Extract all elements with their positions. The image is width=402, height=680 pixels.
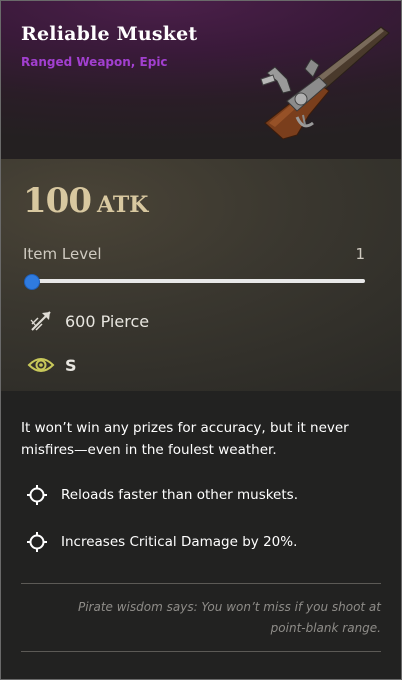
item-description: It won’t win any prizes for accuracy, bu…	[21, 420, 349, 458]
divider	[21, 651, 381, 652]
divider	[21, 583, 381, 584]
pierce-stat: 600 Pierce	[27, 307, 149, 335]
crosshair-icon	[27, 485, 47, 505]
item-header: Reliable Musket Ranged Weapon, Epic	[1, 1, 401, 159]
detection-grade: S	[65, 355, 77, 375]
stats-panel: 100 ATK Item Level 1 600 Pierce S	[1, 159, 401, 391]
item-category: Ranged Weapon, Epic	[21, 55, 168, 69]
item-level-slider-thumb[interactable]	[24, 274, 40, 290]
crosshair-icon	[27, 532, 47, 552]
perk-item: Increases Critical Damage by 20%.	[27, 532, 297, 552]
eye-icon	[27, 351, 55, 379]
perk-item: Reloads faster than other muskets.	[27, 485, 298, 505]
pierce-arrow-icon	[27, 307, 55, 335]
item-level-value: 1	[355, 245, 365, 263]
attack-unit: ATK	[96, 192, 149, 218]
flavor-text: Pirate wisdom says: You won’t miss if yo…	[77, 600, 381, 635]
item-level-slider[interactable]	[31, 279, 365, 283]
item-level-label: Item Level	[23, 245, 102, 263]
perk-label: Reloads faster than other muskets.	[61, 487, 298, 503]
item-tooltip-card: Reliable Musket Ranged Weapon, Epic 100 A…	[0, 0, 402, 680]
perk-label: Increases Critical Damage by 20%.	[61, 534, 298, 550]
attack-number: 100	[23, 181, 92, 221]
attack-value: 100 ATK	[23, 181, 148, 221]
pierce-value: 600 Pierce	[65, 311, 150, 331]
flintlock-musket-icon	[260, 26, 390, 140]
item-name: Reliable Musket	[21, 23, 198, 45]
detection-stat: S	[27, 351, 77, 379]
